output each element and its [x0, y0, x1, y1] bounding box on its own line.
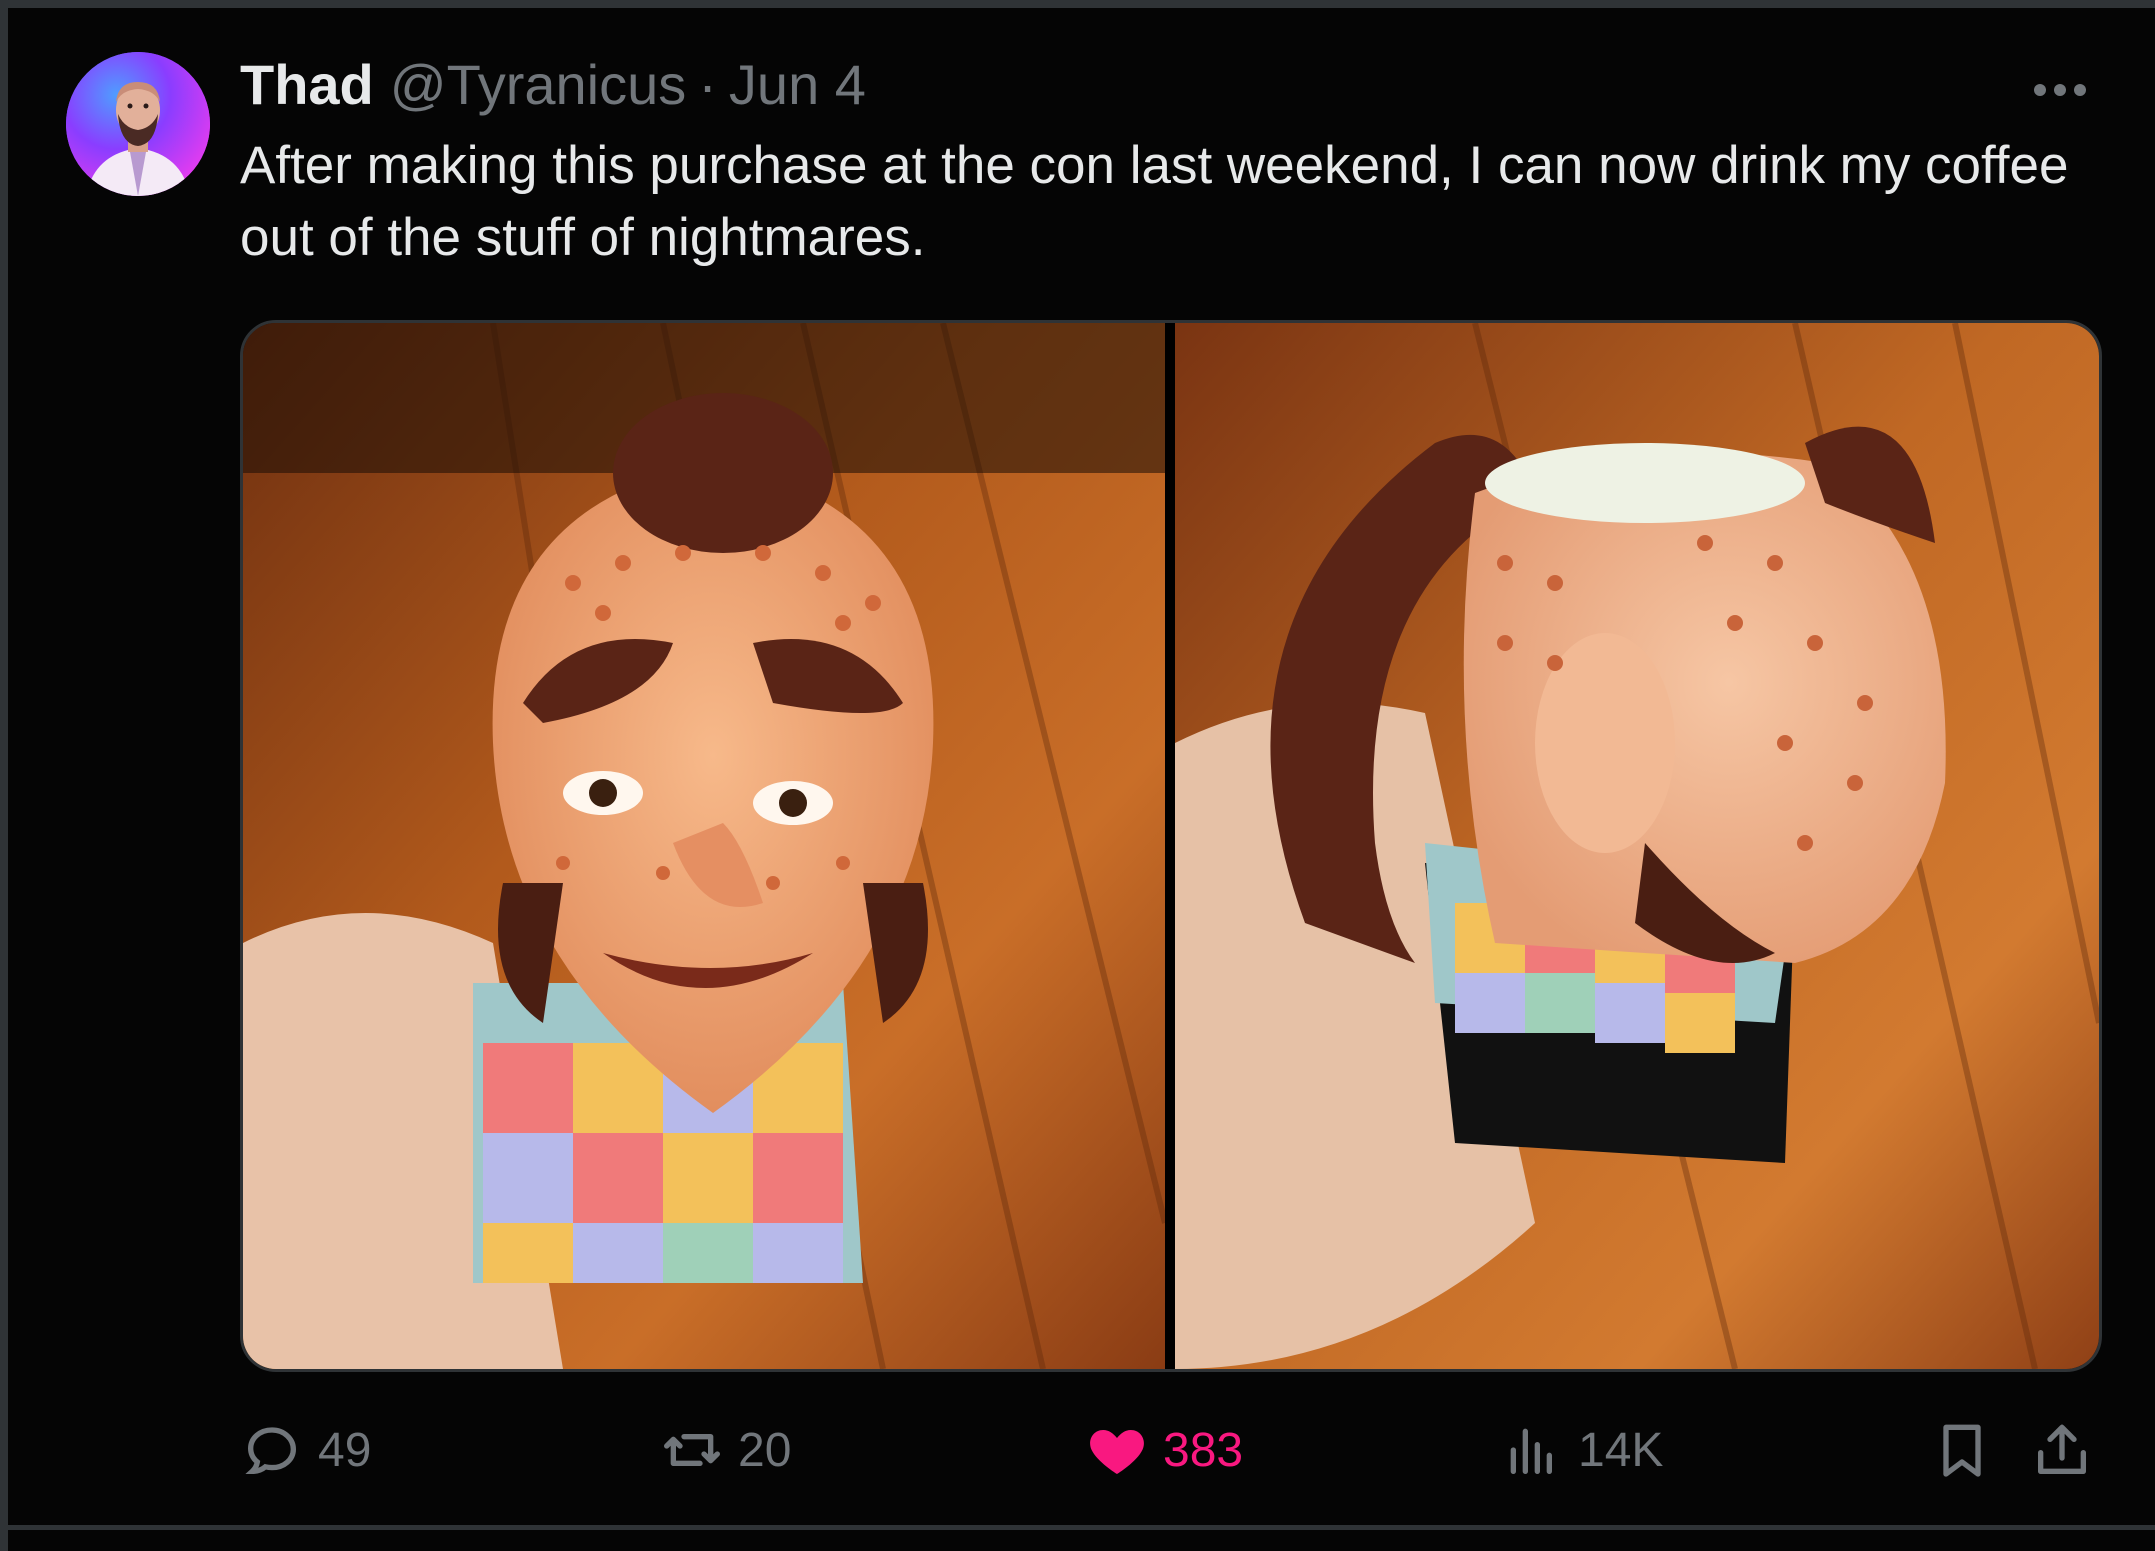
views-icon	[1510, 1428, 1552, 1474]
bookmark-button[interactable]	[1930, 1415, 2008, 1485]
tweet-header: Thad @Tyranicus · Jun 4	[240, 52, 866, 122]
divider-bottom	[0, 1525, 2155, 1530]
views-button[interactable]: 14K	[1500, 1415, 1663, 1485]
repost-count: 20	[738, 1423, 792, 1477]
divider-top	[0, 0, 2155, 8]
action-bar: 49 20 383 14K	[240, 1415, 2100, 1485]
repost-button[interactable]: 20	[660, 1415, 791, 1485]
mug-front-image	[243, 323, 1165, 1369]
reply-button[interactable]: 49	[240, 1415, 371, 1485]
author-handle[interactable]: @Tyranicus	[390, 52, 687, 117]
heart-icon	[1090, 1430, 1144, 1474]
tweet-text: After making this purchase at the con la…	[240, 136, 2069, 267]
like-button[interactable]: 383	[1085, 1415, 1243, 1485]
media-grid	[240, 320, 2102, 1372]
photo-mug-side[interactable]	[1175, 323, 2099, 1369]
avatar-image	[66, 52, 210, 196]
views-count: 14K	[1578, 1423, 1664, 1477]
like-count: 383	[1163, 1423, 1244, 1477]
mug-side-image	[1175, 323, 2099, 1369]
reply-count: 49	[318, 1423, 372, 1477]
share-icon	[2038, 1424, 2086, 1474]
more-icon[interactable]	[2030, 70, 2090, 110]
avatar[interactable]	[66, 52, 210, 196]
share-button[interactable]	[2030, 1415, 2108, 1485]
tweet-card[interactable]: Thad @Tyranicus · Jun 4 After making thi…	[0, 0, 2155, 1551]
header-separator: ·	[698, 53, 717, 116]
divider-left	[0, 0, 8, 1551]
photo-mug-front[interactable]	[243, 323, 1165, 1369]
bookmark-icon	[1943, 1424, 1981, 1477]
post-date[interactable]: Jun 4	[729, 52, 866, 117]
repost-icon	[664, 1434, 720, 1466]
reply-icon	[245, 1427, 297, 1475]
author-name[interactable]: Thad	[240, 52, 374, 117]
